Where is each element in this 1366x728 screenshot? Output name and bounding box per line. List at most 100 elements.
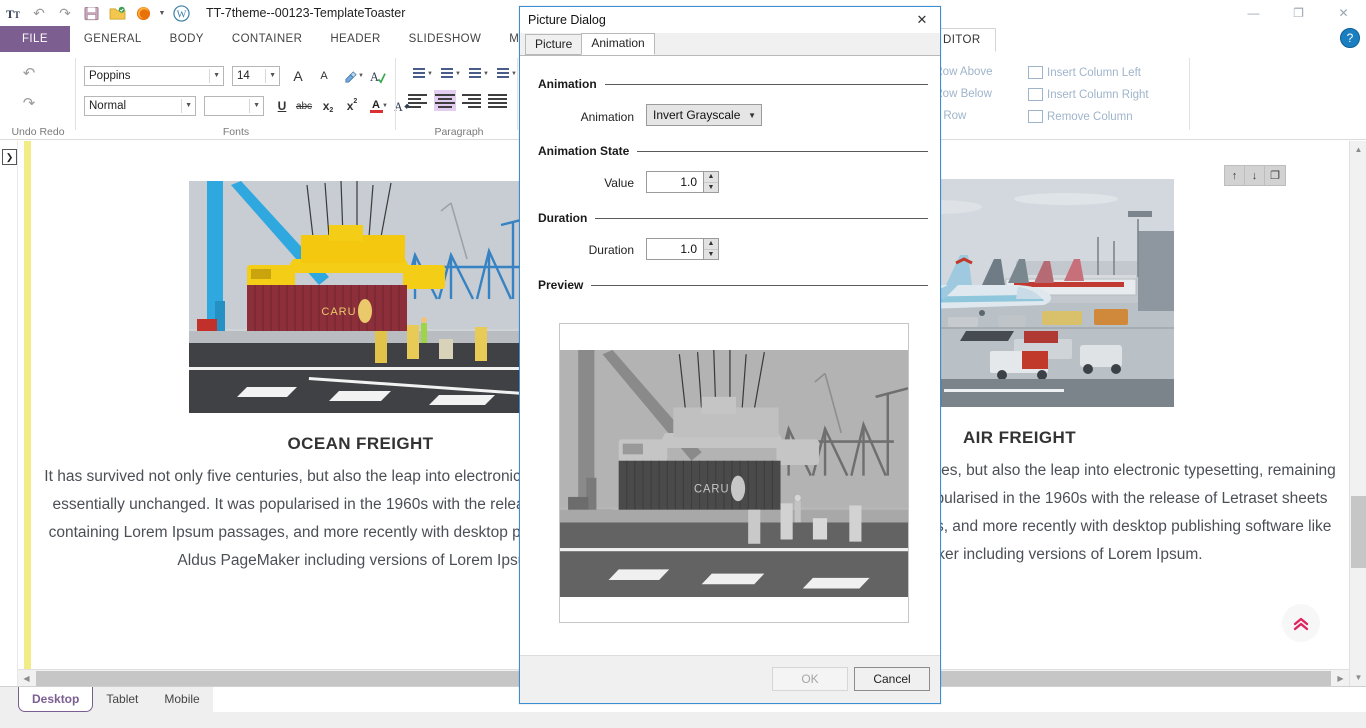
remove-column-button[interactable]: Remove Column (1028, 110, 1133, 123)
animation-select[interactable]: Invert Grayscale ▼ (646, 104, 762, 126)
section-duration: Duration (538, 211, 928, 225)
align-justify-icon[interactable] (488, 92, 507, 109)
chevron-down-icon[interactable]: ▼ (455, 71, 461, 77)
duration-spinner-input[interactable]: 1.0 (647, 239, 703, 259)
ribbon-group-table-editor: sert Row Above sert Row Below move Row I… (900, 52, 1200, 140)
wordpress-icon[interactable]: W (168, 1, 194, 25)
ribbon-tab-container[interactable]: CONTAINER (218, 26, 316, 52)
undo-arrow-icon[interactable]: ↶ (18, 62, 40, 84)
scroll-to-top-button[interactable] (1282, 604, 1320, 642)
help-icon[interactable]: ? (1340, 28, 1360, 48)
cancel-button[interactable]: Cancel (854, 667, 930, 691)
ribbon-tab-body[interactable]: BODY (156, 26, 218, 52)
redo-arrow-icon[interactable]: ↷ (18, 92, 40, 114)
guide-strip (24, 141, 31, 686)
insert-column-left-button[interactable]: Insert Column Left (1028, 66, 1141, 79)
chevron-down-icon[interactable]: ▼ (382, 103, 388, 109)
redo-icon[interactable]: ↷ (52, 1, 78, 25)
animation-preview-box[interactable]: CARU (559, 323, 909, 623)
multilevel-list-icon[interactable] (464, 66, 481, 80)
chevron-down-icon[interactable]: ▼ (483, 71, 489, 77)
svg-text:CARU: CARU (321, 306, 356, 318)
move-up-icon[interactable]: ↑ (1225, 166, 1245, 185)
save-icon[interactable] (78, 1, 104, 25)
chevron-down-icon: ▼ (213, 67, 220, 85)
restore-button[interactable]: ❐ (1276, 0, 1321, 26)
close-window-button[interactable]: ✕ (1321, 0, 1366, 26)
font-size-value: 14 (237, 67, 250, 85)
move-down-icon[interactable]: ↓ (1245, 166, 1265, 185)
ribbon-tab-general[interactable]: GENERAL (70, 26, 156, 52)
close-icon[interactable]: ✕ (908, 9, 936, 31)
firefox-icon[interactable] (130, 1, 156, 25)
ribbon-tab-slideshow[interactable]: SLIDESHOW (395, 26, 496, 52)
window-controls: — ❐ ✕ (1231, 0, 1366, 26)
scroll-left-arrow-icon[interactable]: ◀ (18, 670, 35, 687)
align-center-icon[interactable] (434, 90, 456, 111)
chevron-down-icon: ▼ (253, 97, 260, 115)
grow-font-button[interactable]: A (288, 66, 308, 86)
dialog-tab-animation[interactable]: Animation (581, 33, 654, 55)
insert-column-right-button[interactable]: Insert Column Right (1028, 88, 1149, 101)
insert-column-right-icon (1028, 88, 1043, 101)
text-tool-icon[interactable]: TT (0, 1, 26, 25)
font-family-combo[interactable]: Poppins ▼ (84, 66, 224, 86)
ribbon-tab-file[interactable]: FILE (0, 26, 70, 52)
scroll-up-arrow-icon[interactable]: ▲ (1350, 141, 1366, 158)
paragraph-style-combo[interactable]: Normal ▼ (84, 96, 196, 116)
spinner-down-icon[interactable]: ▼ (704, 250, 718, 260)
label-duration: Duration (540, 243, 634, 257)
device-tab-tablet[interactable]: Tablet (93, 687, 151, 712)
svg-text:W: W (176, 9, 186, 20)
section-animation: Animation (538, 77, 928, 91)
bullet-list-icon[interactable] (408, 66, 425, 80)
numbered-list-icon[interactable] (436, 66, 453, 80)
align-right-icon[interactable] (462, 92, 481, 109)
undo-icon[interactable]: ↶ (26, 1, 52, 25)
align-left-icon[interactable] (408, 92, 427, 109)
vertical-scrollbar[interactable]: ▲ ▼ (1349, 141, 1366, 686)
section-heading-preview: Preview (538, 278, 583, 292)
vertical-scroll-thumb[interactable] (1351, 496, 1366, 568)
dropdown-caret-icon[interactable]: ▼ (156, 1, 168, 25)
picture-dialog: Picture Dialog ✕ Picture Animation Anima… (519, 6, 941, 704)
dialog-tab-picture[interactable]: Picture (525, 34, 582, 55)
chevron-down-icon: ▼ (269, 67, 276, 85)
font-color-combo[interactable]: ▼ (204, 96, 264, 116)
device-tab-mobile[interactable]: Mobile (151, 687, 212, 712)
superscript-button[interactable]: x2 (342, 96, 362, 116)
minimize-button[interactable]: — (1231, 0, 1276, 26)
spinner-up-icon[interactable]: ▲ (704, 239, 718, 250)
spinner-up-icon[interactable]: ▲ (704, 172, 718, 183)
scroll-right-arrow-icon[interactable]: ▶ (1332, 670, 1349, 687)
subscript-button[interactable]: x2 (318, 96, 338, 116)
strikethrough-button[interactable]: abc (294, 96, 314, 116)
chevron-down-icon[interactable]: ▼ (427, 71, 433, 77)
spinner-down-icon[interactable]: ▼ (704, 183, 718, 193)
section-heading-animation: Animation (538, 77, 597, 91)
ocean-freight-photo[interactable]: CARU (189, 181, 533, 413)
clear-formatting-icon[interactable]: A (368, 66, 388, 86)
ribbon-tab-header[interactable]: HEADER (316, 26, 394, 52)
device-tab-desktop[interactable]: Desktop (18, 687, 93, 712)
value-spinner[interactable]: 1.0 ▲ ▼ (646, 171, 719, 193)
underline-button[interactable]: U (272, 96, 292, 116)
chevron-down-icon[interactable]: ▼ (358, 73, 364, 79)
svg-text:T: T (14, 10, 20, 20)
section-animation-state: Animation State (538, 144, 928, 158)
duration-spinner[interactable]: 1.0 ▲ ▼ (646, 238, 719, 260)
chevron-down-icon: ▼ (185, 97, 192, 115)
line-spacing-icon[interactable] (492, 66, 509, 80)
shrink-font-button[interactable]: A (314, 66, 334, 86)
duplicate-icon[interactable]: ❐ (1265, 166, 1285, 185)
ribbon-group-fonts: Poppins ▼ 14 ▼ A A ▼ A Normal ▼ (76, 52, 396, 140)
value-spinner-input[interactable]: 1.0 (647, 172, 703, 192)
insert-column-left-icon (1028, 66, 1043, 79)
scroll-down-arrow-icon[interactable]: ▼ (1350, 669, 1366, 686)
font-size-combo[interactable]: 14 ▼ (232, 66, 280, 86)
text-highlight-icon[interactable] (340, 66, 360, 86)
ok-button[interactable]: OK (772, 667, 848, 691)
chevron-right-icon[interactable]: ❯ (2, 149, 17, 165)
templatetoaster-window: TT ↶ ↷ ▼ W TT-7theme--00123-TemplateToas… (0, 0, 1366, 728)
open-folder-icon[interactable] (104, 1, 130, 25)
